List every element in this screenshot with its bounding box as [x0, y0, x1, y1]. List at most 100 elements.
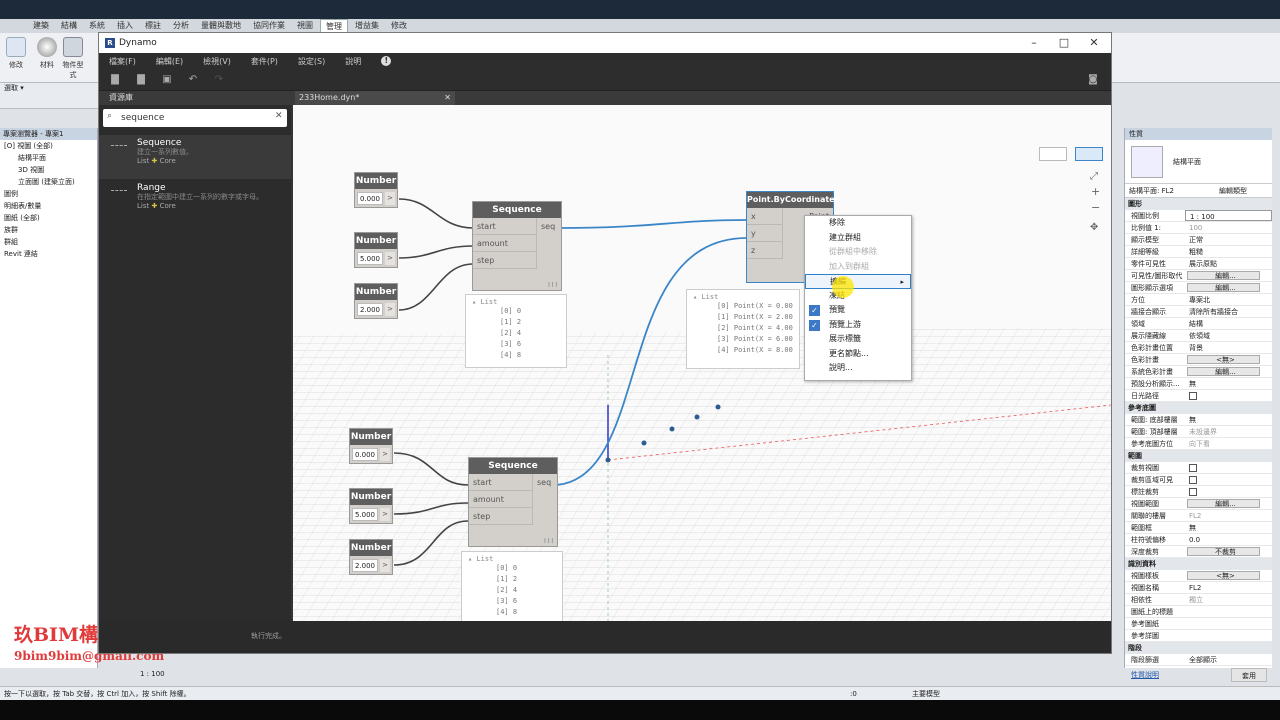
library-item-range[interactable]: Range 在指定範圍中建立一系列的數字或字母。 List ✚ Core	[99, 180, 291, 224]
property-value[interactable]: 不裁剪	[1187, 547, 1260, 556]
number-node[interactable]: Number 2.000 >	[349, 539, 393, 575]
property-value[interactable]: 正常	[1185, 234, 1272, 245]
ctx-create-group[interactable]: 建立群組	[805, 231, 911, 246]
property-value[interactable]: 獨立	[1185, 594, 1272, 605]
property-row[interactable]: 相依性 獨立	[1125, 594, 1272, 606]
property-row[interactable]: 可見性/圖形取代 編輯...	[1125, 270, 1272, 282]
property-value[interactable]: 背景	[1185, 342, 1272, 353]
ribbon-tab[interactable]: 插入	[112, 19, 138, 33]
property-value[interactable]: 全部顯示	[1185, 654, 1272, 665]
number-value[interactable]: 0.000	[352, 448, 378, 461]
property-row[interactable]: 顯示模型 正常	[1125, 234, 1272, 246]
property-value[interactable]: 無	[1185, 522, 1272, 533]
ribbon-tab[interactable]: 分析	[168, 19, 194, 33]
section-extents[interactable]: 範圍	[1125, 450, 1272, 462]
tree-item-groups[interactable]: 群組	[0, 236, 97, 248]
output-port[interactable]: >	[380, 559, 390, 572]
ribbon-tab-active[interactable]: 管理	[320, 19, 348, 33]
property-row[interactable]: 範圍: 底部樓層無	[1125, 414, 1272, 426]
sequence-node[interactable]: Sequence start amount step seq l l l	[468, 457, 558, 547]
zoom-fit-icon[interactable]: ⤢	[1090, 171, 1098, 182]
undo-icon[interactable]: ↶	[187, 74, 199, 86]
property-row[interactable]: 領域 結構	[1125, 318, 1272, 330]
modify-button[interactable]: 修改	[3, 37, 29, 70]
ribbon-tab[interactable]: 建築	[28, 19, 54, 33]
clear-search-icon[interactable]: ✕	[275, 111, 283, 121]
property-value[interactable]: 無	[1185, 378, 1272, 389]
ctx-rename-node[interactable]: 更名節點...	[805, 347, 911, 362]
geometry-view-toggle-icon[interactable]	[1039, 147, 1067, 161]
tree-item-schedules[interactable]: 明細表/數量	[0, 200, 97, 212]
ctx-lacing[interactable]: 擴編▸	[805, 274, 911, 289]
property-row[interactable]: 視圖樣板 <無>	[1125, 570, 1272, 582]
ribbon-tab[interactable]: 增益集	[350, 19, 384, 33]
tree-item-elevations[interactable]: 立面圖 (建築立面)	[0, 176, 97, 188]
select-dropdown[interactable]: 選取 ▾	[0, 83, 100, 95]
property-value[interactable]: 依領域	[1185, 330, 1272, 341]
property-row[interactable]: 標註裁剪	[1125, 486, 1272, 498]
number-node[interactable]: Number 0.000 >	[349, 428, 393, 464]
property-row[interactable]: 參考圖紙	[1125, 618, 1272, 630]
ribbon-tab[interactable]: 修改	[386, 19, 412, 33]
number-value[interactable]: 5.000	[357, 252, 383, 265]
property-value[interactable]: 0.0	[1185, 534, 1272, 545]
ctx-show-labels[interactable]: 展示標籤	[805, 332, 911, 347]
sequence-node[interactable]: Sequence start amount step seq l l l	[472, 201, 562, 291]
input-port-amount[interactable]: amount	[473, 235, 536, 252]
section-underlay[interactable]: 參考底圖	[1125, 402, 1272, 414]
property-row[interactable]: 範圍: 頂部樓層 未設邊界	[1125, 426, 1272, 438]
property-row[interactable]: 階段篩選 全部顯示	[1125, 654, 1272, 666]
save-icon[interactable]: ▣	[161, 74, 173, 86]
property-value[interactable]: 結構	[1185, 318, 1272, 329]
type-selector[interactable]: 結構平面	[1125, 140, 1272, 184]
property-row[interactable]: 預設分析顯示... 無	[1125, 378, 1272, 390]
property-value[interactable]: 粗糙	[1185, 246, 1272, 257]
property-checkbox[interactable]	[1189, 392, 1197, 400]
input-port-amount[interactable]: amount	[469, 491, 532, 508]
property-row[interactable]: 比例值 1: 100	[1125, 222, 1272, 234]
property-row[interactable]: 視圖比例 1 : 100	[1125, 210, 1272, 222]
ribbon-tab[interactable]: 量體與敷地	[196, 19, 246, 33]
property-checkbox[interactable]	[1189, 476, 1197, 484]
input-port-start[interactable]: start	[469, 474, 532, 491]
output-port[interactable]: >	[380, 508, 390, 521]
ctx-freeze[interactable]: 凍結	[805, 289, 911, 304]
property-value[interactable]	[1185, 618, 1272, 629]
graph-view-toggle-icon[interactable]	[1075, 147, 1103, 161]
output-port[interactable]: >	[380, 448, 390, 461]
property-value[interactable]: 編輯...	[1187, 499, 1260, 508]
property-row[interactable]: 展示隱藏線 依領域	[1125, 330, 1272, 342]
property-value[interactable]: FL2	[1185, 510, 1272, 521]
property-row[interactable]: 深度裁剪 不裁剪	[1125, 546, 1272, 558]
property-row[interactable]: 日光路徑	[1125, 390, 1272, 402]
materials-button[interactable]: 材料	[34, 37, 60, 70]
menu-help[interactable]: 說明	[345, 56, 373, 67]
ribbon-tab[interactable]: 系統	[84, 19, 110, 33]
library-search-input[interactable]: sequence	[103, 109, 287, 127]
edit-type-button[interactable]: 編輯類型	[1215, 184, 1247, 197]
property-value[interactable]	[1185, 630, 1272, 641]
property-value[interactable]: 編輯...	[1187, 367, 1260, 376]
library-item-sequence[interactable]: Sequence 建立一系列數值。 List ✚ Core	[99, 135, 291, 179]
property-row[interactable]: 詳細等級 粗糙	[1125, 246, 1272, 258]
tree-item-structural-plans[interactable]: 結構平面	[0, 152, 97, 164]
ribbon-tab[interactable]: 結構	[56, 19, 82, 33]
menu-edit[interactable]: 編輯(E)	[156, 56, 195, 67]
close-tab-icon[interactable]: ✕	[444, 91, 451, 105]
property-value[interactable]: 100	[1185, 222, 1272, 233]
property-row[interactable]: 色彩計畫位置 背景	[1125, 342, 1272, 354]
property-row[interactable]: 圖形顯示選項 編輯...	[1125, 282, 1272, 294]
number-node[interactable]: Number 0.000 >	[354, 172, 398, 208]
ctx-preview[interactable]: ✓ 預覽	[805, 303, 911, 318]
menu-view[interactable]: 檢視(V)	[203, 56, 243, 67]
tree-item-sheets[interactable]: 圖紙 (全部)	[0, 212, 97, 224]
property-value[interactable]: 清除所有牆接合	[1185, 306, 1272, 317]
tree-item-revit-links[interactable]: Revit 連結	[0, 248, 97, 260]
property-value[interactable]: <無>	[1187, 355, 1260, 364]
property-row[interactable]: 視圖名稱 FL2	[1125, 582, 1272, 594]
property-value[interactable]: 1 : 100	[1185, 210, 1272, 221]
property-row[interactable]: 範圍框 無	[1125, 522, 1272, 534]
property-row[interactable]: 裁剪區域可見	[1125, 474, 1272, 486]
section-graphics[interactable]: 圖形	[1125, 198, 1272, 210]
apply-button[interactable]: 套用	[1231, 668, 1267, 682]
